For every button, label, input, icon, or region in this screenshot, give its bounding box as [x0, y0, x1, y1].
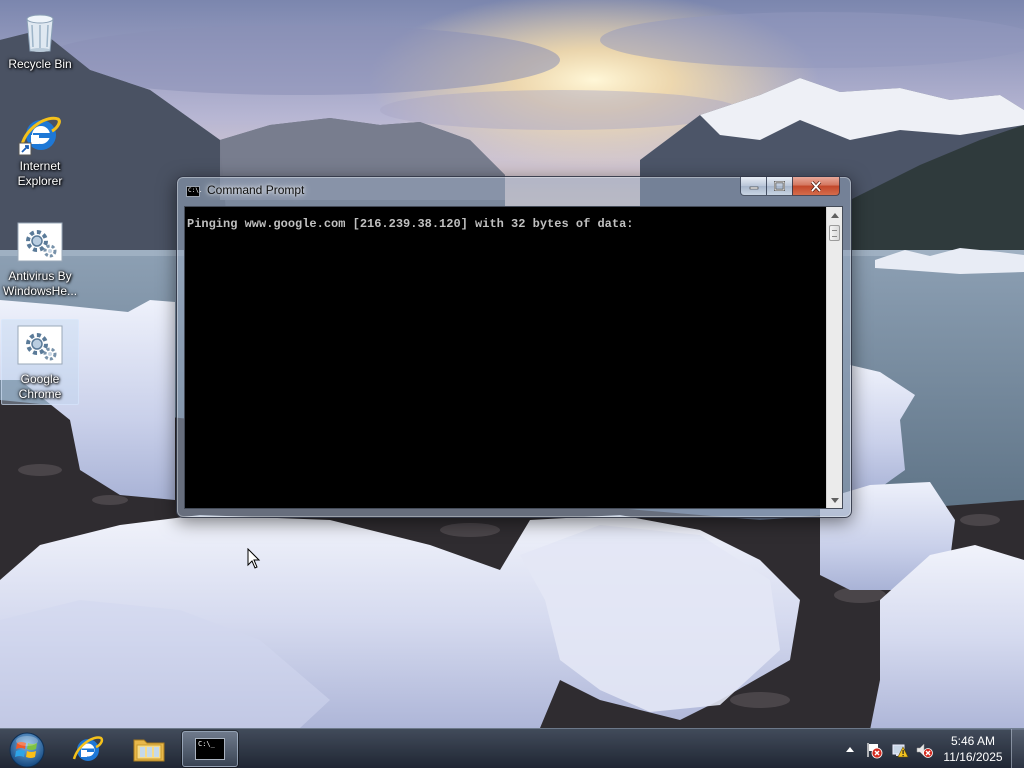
command-prompt-icon: C:\_	[195, 738, 225, 760]
clock-date: 11/16/2025	[943, 750, 1003, 764]
window-titlebar[interactable]: C:\. Command Prompt	[177, 177, 851, 205]
minimize-icon	[749, 186, 758, 190]
command-prompt-icon[interactable]: C:\.	[186, 186, 203, 197]
desktop[interactable]: Recycle Bin Internet Explorer Antivirus …	[0, 0, 1024, 768]
clock-time: 5:46 AM	[950, 734, 996, 748]
command-prompt-window[interactable]: C:\. Command Prompt Pinging www.google.c…	[176, 176, 852, 518]
desktop-icon-label: Recycle Bin	[8, 57, 72, 71]
chevron-up-icon	[846, 746, 854, 752]
windows-start-orb-icon	[9, 732, 45, 768]
desktop-icon-internet-explorer[interactable]: Internet Explorer	[1, 106, 79, 192]
close-button[interactable]	[792, 177, 840, 196]
maximize-button[interactable]	[766, 177, 793, 196]
maximize-icon	[774, 181, 785, 191]
minimize-button[interactable]	[740, 177, 767, 196]
chevron-down-icon	[830, 497, 839, 503]
settings-gear-icon	[16, 219, 64, 267]
vertical-scrollbar[interactable]	[826, 207, 842, 508]
volume-muted-icon[interactable]	[915, 741, 933, 759]
close-icon	[810, 180, 822, 192]
desktop-icon-recycle-bin[interactable]: Recycle Bin	[1, 4, 79, 75]
mouse-pointer-icon	[247, 548, 261, 569]
scroll-down-button[interactable]	[827, 492, 842, 508]
file-explorer-folder-icon	[133, 739, 165, 762]
command-prompt-icon-text: C:\_	[198, 740, 215, 748]
scrollbar-thumb[interactable]	[829, 225, 840, 241]
show-desktop-button[interactable]	[1011, 729, 1024, 768]
desktop-icon-google-chrome[interactable]: Google Chrome	[1, 319, 79, 405]
internet-explorer-icon	[16, 109, 64, 157]
window-title: Command Prompt	[207, 183, 305, 197]
network-icon[interactable]	[891, 741, 909, 759]
taskbar-clock[interactable]: 5:46 AM 11/16/2025	[938, 733, 1008, 765]
settings-gear-icon	[16, 322, 64, 370]
console-area[interactable]: Pinging www.google.com [216.239.38.120] …	[184, 206, 843, 509]
command-prompt-icon-text: C:\.	[188, 187, 203, 194]
desktop-icon-label: Internet Explorer	[17, 159, 63, 188]
scroll-up-button[interactable]	[827, 207, 842, 223]
action-center-flag-icon[interactable]	[865, 741, 883, 759]
desktop-icon-label: Google Chrome	[18, 372, 62, 401]
show-hidden-icons-button[interactable]	[842, 741, 858, 757]
desktop-icon-antivirus[interactable]: Antivirus By WindowsHe...	[1, 216, 79, 302]
internet-explorer-icon	[72, 736, 104, 761]
start-button[interactable]	[4, 730, 50, 768]
taskbar-file-explorer-button[interactable]	[121, 731, 177, 767]
taskbar-command-prompt-button[interactable]: C:\_	[182, 731, 238, 767]
desktop-icon-label: Antivirus By WindowsHe...	[3, 269, 78, 298]
chevron-up-icon	[830, 212, 839, 218]
taskbar[interactable]: C:\_ 5:46 AM 11/16/2025	[0, 728, 1024, 768]
recycle-bin-icon	[16, 7, 64, 55]
console-output: Pinging www.google.com [216.239.38.120] …	[187, 217, 634, 231]
taskbar-internet-explorer-button[interactable]	[60, 731, 116, 767]
